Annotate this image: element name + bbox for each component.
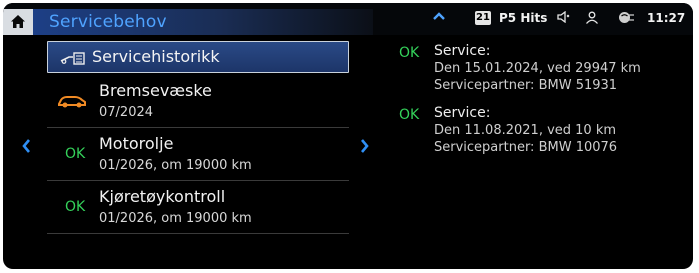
status-ok: OK [399,107,420,123]
history-title: Service: [434,43,491,59]
page-title: Servicebehov [49,12,167,32]
speaker-icon [557,10,571,26]
history-date: Den 11.08.2021, ved 10 km [434,123,617,138]
list-item-detail: 01/2026, om 19000 km [99,158,252,173]
phone-connection-icon [618,11,636,27]
status-ok: OK [65,146,86,162]
history-partner: Servicepartner: BMW 51931 [434,78,618,93]
list-item-detail: 01/2026, om 19000 km [99,211,252,226]
car-warning-icon [57,93,87,112]
list-item-title: Bremsevæske [99,81,212,100]
title-bar: Servicebehov [33,9,373,35]
list-item-detail: 07/2024 [99,105,154,120]
list-item-title: Motorolje [99,134,174,153]
status-bar-expand-icon[interactable] [433,10,445,24]
idrive-screen: Servicebehov 21 P5 Hits 11:27 Servicehis… [3,3,693,269]
service-requirements-list: Servicehistorikk Bremsevæske 07/2024 OK … [47,41,350,263]
status-ok: OK [399,45,420,61]
list-item-vehicle-inspection[interactable]: OK Kjøretøykontroll 01/2026, om 19000 km [47,181,349,234]
home-icon [11,15,25,28]
list-item-engine-oil[interactable]: OK Motorolje 01/2026, om 19000 km [47,128,349,181]
service-history-button[interactable]: Servicehistorikk [47,41,349,73]
history-title: Service: [434,105,491,121]
home-button[interactable] [3,9,33,35]
history-date: Den 15.01.2024, ved 29947 km [434,61,641,76]
chevron-right-icon[interactable] [360,138,369,157]
user-profile-icon [585,11,599,27]
service-history-label: Servicehistorikk [92,47,220,66]
radio-station: P5 Hits [499,11,548,25]
chevron-left-icon[interactable] [22,138,31,157]
list-item-brake-fluid[interactable]: Bremsevæske 07/2024 [47,75,349,128]
list-item-title: Kjøretøykontroll [99,187,226,206]
history-partner: Servicepartner: BMW 10076 [434,140,618,155]
service-history-icon [60,50,86,69]
top-bar: Servicebehov 21 P5 Hits 11:27 [3,3,693,35]
channel-badge: 21 [475,11,491,25]
clock: 11:27 [647,11,686,25]
status-ok: OK [65,199,86,215]
